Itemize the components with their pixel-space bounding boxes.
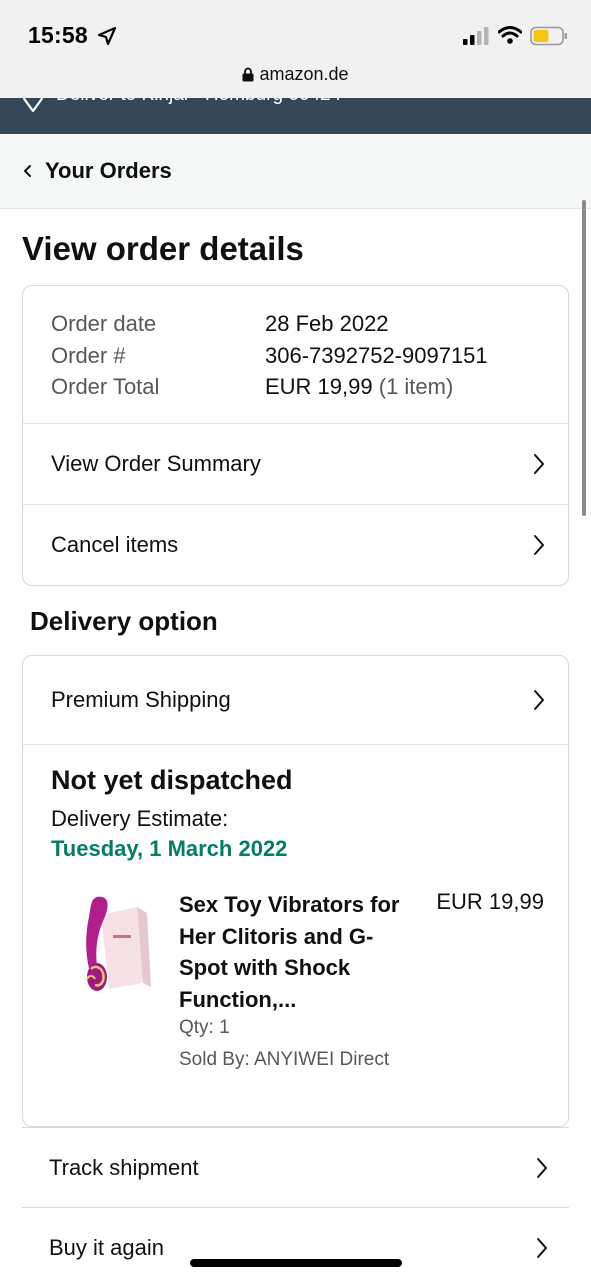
chevron-right-icon <box>537 1157 547 1178</box>
delivery-estimate-label: Delivery Estimate: <box>51 806 229 831</box>
wifi-icon <box>498 26 522 44</box>
product-title-line: Sex Toy Vibrators for <box>179 892 400 917</box>
order-number-row: Order # 306-7392752-9097151 <box>51 340 540 372</box>
page-title: View order details <box>22 230 304 267</box>
product-image[interactable] <box>51 891 155 999</box>
order-date-value: 28 Feb 2022 <box>265 311 389 336</box>
location-pin-icon <box>22 98 44 112</box>
order-date-row: Order date 28 Feb 2022 <box>51 308 540 340</box>
chevron-right-icon <box>534 454 544 474</box>
product-price: EUR 19,99 <box>436 889 544 914</box>
dispatch-status: Not yet dispatched <box>51 765 293 795</box>
scrollbar[interactable] <box>582 200 586 516</box>
premium-shipping-label: Premium Shipping <box>51 687 231 712</box>
order-total-row: Order Total EUR 19,99 (1 item) <box>51 371 540 403</box>
browser-url-bar[interactable]: amazon.de <box>0 60 591 100</box>
shipment-block: Not yet dispatched Delivery Estimate: Tu… <box>23 744 568 1126</box>
premium-shipping-link[interactable]: Premium Shipping <box>23 656 568 744</box>
lock-icon <box>242 67 254 82</box>
status-bar: 15:58 <box>0 0 591 60</box>
breadcrumb-your-orders[interactable]: Your Orders <box>45 158 172 184</box>
delivery-estimate-date: Tuesday, 1 March 2022 <box>51 836 288 861</box>
product-title-link[interactable]: Sex Toy Vibrators for Her Clitoris and G… <box>179 889 419 1015</box>
cellular-signal-icon <box>463 27 489 45</box>
order-info-card: Order date 28 Feb 2022 Order # 306-73927… <box>22 285 569 586</box>
track-shipment-link[interactable]: Track shipment <box>22 1127 569 1207</box>
order-item-count: (1 item) <box>378 374 454 399</box>
order-date-label: Order date <box>51 311 157 336</box>
battery-icon <box>530 26 567 46</box>
product-title-line: Function,... <box>179 986 297 1012</box>
home-indicator[interactable] <box>190 1259 402 1267</box>
chevron-right-icon <box>534 535 544 555</box>
order-number-label: Order # <box>51 342 126 368</box>
track-shipment-label: Track shipment <box>49 1154 199 1180</box>
view-order-summary-label: View Order Summary <box>51 451 261 476</box>
location-arrow-icon <box>97 26 117 46</box>
deliver-to-bar[interactable]: Deliver to Kinjal - Homburg 66424 <box>0 98 591 134</box>
order-total-amount: EUR 19,99 <box>265 374 373 399</box>
order-number-value: 306-7392752-9097151 <box>265 342 488 368</box>
chevron-right-icon <box>534 690 544 710</box>
product-title-line: Her Clitoris and G- <box>179 923 374 949</box>
url-text: amazon.de <box>259 64 349 84</box>
order-total-label: Order Total <box>51 374 160 399</box>
product-seller: Sold By: ANYIWEI Direct <box>179 1049 390 1070</box>
product-quantity: Qty: 1 <box>179 1017 230 1038</box>
order-info-block: Order date 28 Feb 2022 Order # 306-73927… <box>23 286 568 423</box>
chevron-right-icon <box>537 1237 547 1258</box>
breadcrumb[interactable]: Your Orders <box>0 134 591 209</box>
cancel-items-label: Cancel items <box>51 532 179 557</box>
buy-it-again-label: Buy it again <box>49 1234 164 1260</box>
order-total-value: EUR 19,99 (1 item) <box>265 371 453 403</box>
chevron-left-icon <box>24 165 31 177</box>
product-title-line: Spot with Shock <box>179 955 351 980</box>
delivery-card: Premium Shipping Not yet dispatched Deli… <box>22 655 569 1127</box>
view-order-summary-link[interactable]: View Order Summary <box>23 423 568 504</box>
buy-it-again-link[interactable]: Buy it again <box>22 1207 569 1280</box>
cancel-items-link[interactable]: Cancel items <box>23 504 568 585</box>
status-time: 15:58 <box>28 22 88 48</box>
deliver-to-text: Deliver to Kinjal - Homburg 66424 <box>56 98 341 106</box>
delivery-option-heading: Delivery option <box>30 606 218 636</box>
